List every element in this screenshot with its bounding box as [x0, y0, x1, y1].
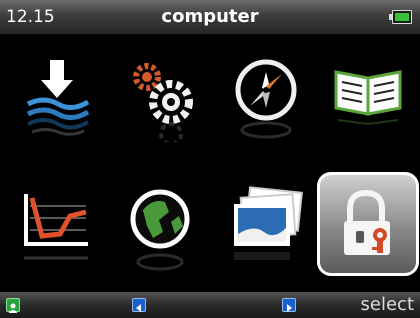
- arrow-left-icon[interactable]: [132, 298, 146, 312]
- battery-icon: [389, 10, 412, 24]
- globe-icon: [130, 189, 190, 271]
- tile-security[interactable]: [317, 172, 419, 276]
- screen-title: computer: [161, 6, 259, 27]
- tile-statistics[interactable]: [6, 172, 106, 272]
- app-grid: [0, 34, 420, 292]
- soft-key-bar: select: [0, 292, 420, 318]
- tile-download[interactable]: [6, 42, 106, 142]
- line-chart-icon: [24, 194, 88, 260]
- tile-compass[interactable]: [220, 42, 320, 142]
- tile-manual[interactable]: [320, 42, 420, 142]
- gears-icon: [133, 63, 193, 142]
- user-icon[interactable]: [6, 298, 20, 313]
- photos-icon: [234, 186, 303, 260]
- select-softkey[interactable]: select: [361, 294, 414, 315]
- tile-photos[interactable]: [220, 172, 320, 272]
- arrow-right-icon[interactable]: [282, 298, 296, 312]
- padlock-key-icon: [344, 189, 390, 255]
- status-bar: 12.15 computer: [0, 0, 420, 34]
- open-book-icon: [334, 70, 402, 126]
- screen: 12.15 computer select: [0, 0, 420, 318]
- compass-icon: [235, 59, 297, 139]
- download-waves-icon: [26, 60, 90, 136]
- tile-settings[interactable]: [113, 42, 213, 142]
- tile-globe[interactable]: [113, 172, 213, 272]
